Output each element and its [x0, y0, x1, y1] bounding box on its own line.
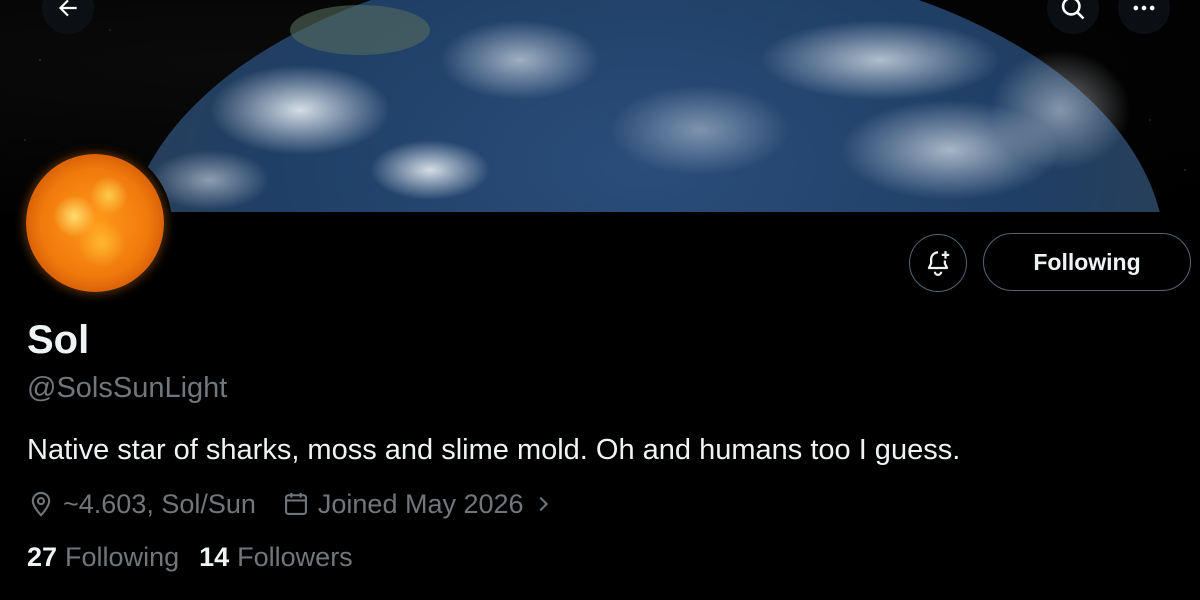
avatar-sun-image: [26, 154, 164, 292]
following-button[interactable]: Following: [983, 233, 1191, 291]
joined-item[interactable]: Joined May 2026: [282, 489, 554, 520]
arrow-left-icon: [58, 0, 77, 17]
chevron-right-icon: [539, 496, 548, 512]
calendar-icon: [284, 492, 307, 515]
following-count-link[interactable]: 27 Following: [27, 542, 199, 573]
followers-count-label: Followers: [237, 542, 353, 572]
more-icon: [1133, 5, 1155, 11]
profile-bio: Native star of sharks, moss and slime mo…: [27, 434, 961, 466]
follow-counts: 27 Following 14 Followers: [27, 542, 373, 573]
avatar[interactable]: [18, 146, 172, 300]
location-pin-icon: [31, 491, 51, 517]
following-count: 27: [27, 542, 58, 572]
location-text: ~4.603, Sol/Sun: [63, 488, 256, 519]
joined-text: Joined May 2026: [317, 488, 524, 519]
bell-plus-icon: [927, 251, 950, 276]
display-name: Sol: [27, 318, 90, 362]
followers-count: 14: [199, 542, 230, 572]
following-count-label: Following: [65, 542, 180, 572]
location-item: ~4.603, Sol/Sun: [27, 489, 256, 520]
profile-banner[interactable]: [0, 0, 1200, 212]
username-handle: @SolsSunLight: [27, 372, 228, 404]
profile-meta: ~4.603, Sol/Sun Joined May 2026: [27, 486, 554, 522]
search-icon: [1061, 0, 1085, 20]
followers-count-link[interactable]: 14 Followers: [199, 542, 373, 573]
notify-button[interactable]: [909, 234, 967, 292]
earth-image: [130, 0, 1160, 212]
following-button-label: Following: [1033, 248, 1141, 275]
